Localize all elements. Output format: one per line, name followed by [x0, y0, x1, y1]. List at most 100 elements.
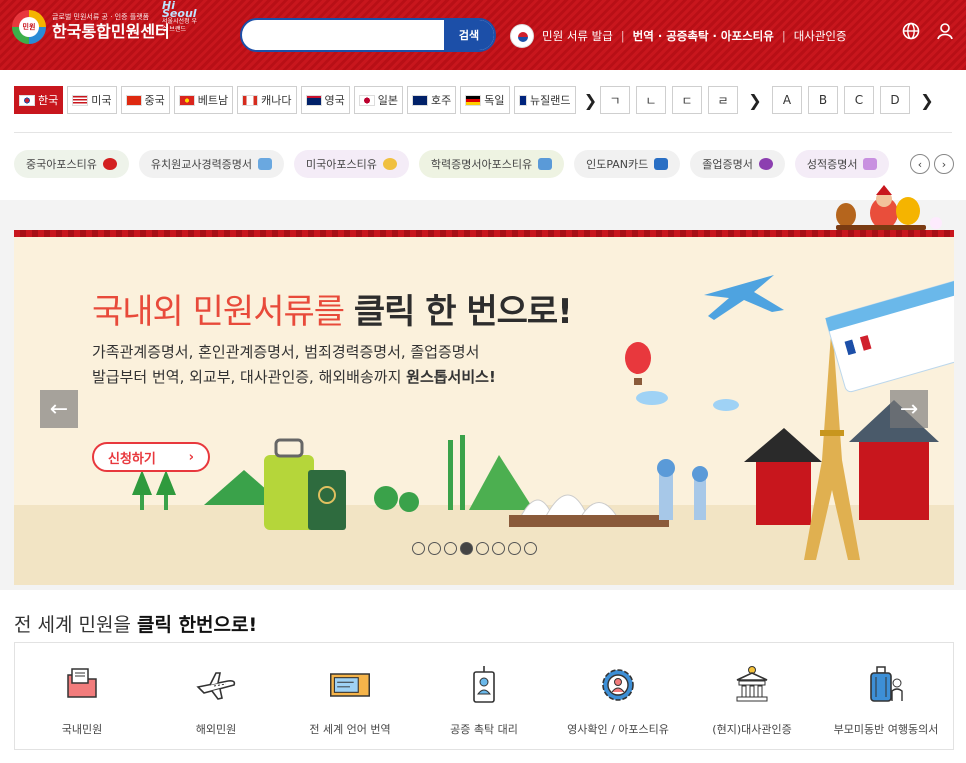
- link-embassy[interactable]: 대사관인증: [794, 28, 847, 44]
- service-label: 해외민원: [195, 723, 237, 736]
- ticket-icon: [328, 663, 372, 707]
- badge-script: Hi Seoul: [162, 0, 197, 20]
- logo-mark-text: 민원: [19, 17, 39, 37]
- divider: [14, 132, 952, 133]
- embassy-icon: [730, 663, 774, 707]
- globe-icon[interactable]: [902, 22, 920, 45]
- country-tab-de[interactable]: 독일: [460, 86, 510, 114]
- card-icon: [654, 158, 669, 170]
- country-tab-vn[interactable]: 베트남: [173, 86, 234, 114]
- letter-nieun[interactable]: ㄴ: [636, 86, 666, 114]
- link-document-issue[interactable]: 민원 서류 발급: [542, 28, 613, 44]
- flag-nz-icon: [518, 94, 528, 106]
- service-apostille[interactable]: 영사확인 / 아포스티유: [551, 643, 685, 749]
- english-next-arrow[interactable]: ❯: [916, 86, 938, 114]
- header-links: 민원 서류 발급 | 번역 · 공증촉탁 · 아포스티유 | 대사관인증: [510, 24, 847, 48]
- country-tab-au[interactable]: 호주: [407, 86, 457, 114]
- pagination-dot[interactable]: [508, 542, 521, 555]
- country-tab-kr[interactable]: 한국: [14, 86, 64, 114]
- airplane-icon: [194, 663, 238, 707]
- country-tab-uk[interactable]: 영국: [300, 86, 350, 114]
- country-tab-jp[interactable]: 일본: [353, 86, 403, 114]
- link-translation[interactable]: 번역 · 공증촉탁 · 아포스티유: [633, 28, 774, 44]
- banner-pagination: [412, 542, 537, 555]
- country-tab-us[interactable]: 미국: [67, 86, 117, 114]
- service-label: 영사확인 / 아포스티유: [567, 723, 669, 736]
- service-menu: 국내민원 해외민원 전 세계 언어 번역 공증 촉탁 대리 영사확인 / 아포스…: [14, 642, 954, 750]
- traveler-icon: [864, 663, 908, 707]
- letter-b[interactable]: B: [808, 86, 838, 114]
- flag-de-icon: [465, 94, 482, 106]
- service-notary[interactable]: 공증 촉탁 대리: [417, 643, 551, 749]
- pencil-icon: [863, 158, 878, 170]
- pill-china-apostille[interactable]: 중국아포스티유: [14, 150, 129, 178]
- banner-next-button[interactable]: →: [890, 390, 928, 428]
- pagination-dot[interactable]: [524, 542, 537, 555]
- letter-a[interactable]: A: [772, 86, 802, 114]
- apply-button[interactable]: 신청하기 ›: [92, 442, 210, 472]
- search-box: 검색: [240, 18, 496, 52]
- service-translation[interactable]: 전 세계 언어 번역: [283, 643, 417, 749]
- pagination-dot[interactable]: [444, 542, 457, 555]
- country-tab-cn[interactable]: 중국: [120, 86, 170, 114]
- letter-d[interactable]: D: [880, 86, 910, 114]
- grad-cap-icon: [758, 158, 773, 170]
- banner-description: 가족관계증명서, 혼인관계증명서, 범죄경력증명서, 졸업증명서 발급부터 번역…: [92, 343, 496, 386]
- service-label: (현지)대사관인증: [712, 723, 792, 736]
- service-label: 공증 촉탁 대리: [450, 723, 518, 736]
- hi-seoul-badge: Hi Seoul 서울시선정 우수 브랜드: [162, 0, 202, 34]
- country-tab-nz[interactable]: 뉴질랜드: [513, 86, 576, 114]
- divider: |: [620, 29, 625, 43]
- flag-cn-icon: [125, 94, 142, 106]
- flag-ca-icon: [242, 94, 259, 106]
- search-button[interactable]: 검색: [444, 20, 494, 50]
- medal-icon: [382, 158, 397, 170]
- flag-us-icon: [72, 94, 89, 106]
- user-icon[interactable]: [936, 22, 954, 45]
- search-input[interactable]: [254, 20, 464, 50]
- pill-education-apostille[interactable]: 학력증명서아포스티유: [418, 150, 565, 178]
- letter-rieul[interactable]: ㄹ: [708, 86, 738, 114]
- flag-uk-icon: [305, 94, 322, 106]
- pill-kindergarten-career[interactable]: 유치원교사경력증명서: [138, 150, 285, 178]
- pills-next-button[interactable]: ›: [934, 154, 954, 174]
- service-domestic[interactable]: 국내민원: [15, 643, 149, 749]
- pill-us-apostille[interactable]: 미국아포스티유: [294, 150, 409, 178]
- pill-graduation-cert[interactable]: 졸업증명서: [690, 150, 785, 178]
- main-banner-slider: 국내외 민원서류를 클릭 한 번으로! 가족관계증명서, 혼인관계증명서, 범죄…: [14, 230, 954, 585]
- chevron-right-icon: ›: [188, 449, 194, 465]
- letter-c[interactable]: C: [844, 86, 874, 114]
- service-travel-consent[interactable]: 부모미동반 여행동의서: [819, 643, 953, 749]
- country-next-arrow[interactable]: ❯: [580, 86, 602, 114]
- envelope-icon: [538, 158, 553, 170]
- service-embassy[interactable]: (현지)대사관인증: [685, 643, 819, 749]
- service-overseas[interactable]: 해외민원: [149, 643, 283, 749]
- pagination-dot[interactable]: [412, 542, 425, 555]
- index-letters: ㄱ ㄴ ㄷ ㄹ ❯ A B C D ❯: [600, 86, 938, 114]
- country-tab-ca[interactable]: 캐나다: [237, 86, 297, 114]
- korean-next-arrow[interactable]: ❯: [744, 86, 766, 114]
- service-label: 전 세계 언어 번역: [309, 723, 391, 736]
- gear-person-icon: [596, 663, 640, 707]
- pagination-dot[interactable]: [460, 542, 473, 555]
- flag-kr-icon: [19, 94, 35, 106]
- letter-giyeok[interactable]: ㄱ: [600, 86, 630, 114]
- pill-india-pan-card[interactable]: 인도PAN카드: [574, 150, 681, 178]
- document-icon: [258, 158, 273, 170]
- pagination-dot[interactable]: [476, 542, 489, 555]
- pagination-dot[interactable]: [428, 542, 441, 555]
- pill-transcript[interactable]: 성적증명서: [794, 150, 890, 178]
- letter-digeut[interactable]: ㄷ: [672, 86, 702, 114]
- banner-headline: 국내외 민원서류를 클릭 한 번으로!: [92, 292, 573, 332]
- flag-au-icon: [412, 94, 428, 106]
- logo-title: 한국통합민원센터: [52, 22, 170, 41]
- pagination-dot[interactable]: [492, 542, 505, 555]
- document-pills: 중국아포스티유 유치원교사경력증명서 미국아포스티유 학력증명서아포스티유 인도…: [14, 150, 890, 178]
- service-label: 국내민원: [61, 723, 103, 736]
- service-label: 부모미동반 여행동의서: [833, 723, 939, 736]
- badge-text: 서울시선정 우수 브랜드: [162, 18, 198, 33]
- site-logo[interactable]: 민원 글로벌 민원서류 공 · 인증 플랫폼 한국통합민원센터: [12, 10, 170, 44]
- banner-prev-button[interactable]: ←: [40, 390, 78, 428]
- pills-prev-button[interactable]: ‹: [910, 154, 930, 174]
- flag-jp-icon: [358, 94, 375, 106]
